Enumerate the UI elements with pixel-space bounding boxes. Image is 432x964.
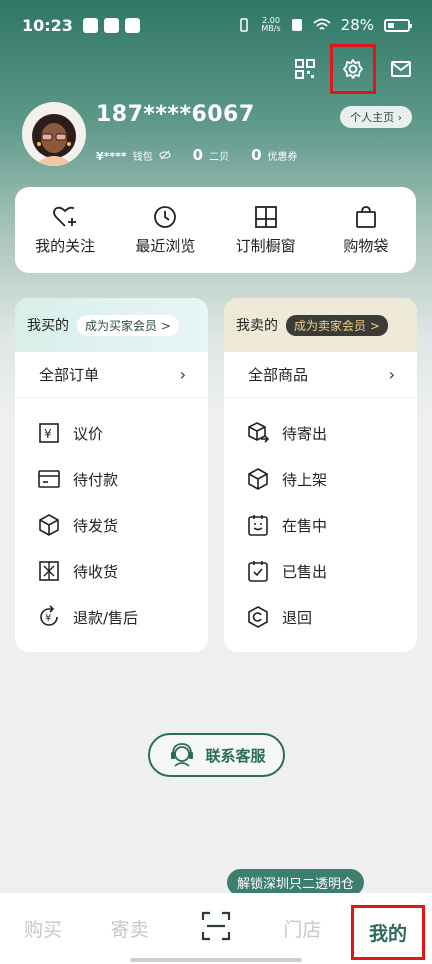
shortcut-window[interactable]: 订制橱窗 bbox=[221, 205, 311, 256]
smile-bag-icon bbox=[248, 515, 268, 536]
list-item-on-sale[interactable]: 在售中 bbox=[224, 502, 417, 548]
user-stats: ¥**** 钱包 0 二贝 0 优惠券 bbox=[96, 146, 298, 164]
list-item-to-send[interactable]: 待寄出 bbox=[224, 410, 417, 456]
shortcut-follow[interactable]: 我的关注 bbox=[20, 205, 110, 256]
list-item-pending-payment[interactable]: 待付款 bbox=[15, 456, 208, 502]
vibrate-icon bbox=[240, 18, 249, 32]
scan-icon bbox=[201, 911, 231, 941]
eye-hidden-icon[interactable] bbox=[159, 150, 171, 160]
shortcut-card: 我的关注 最近浏览 订制橱窗 购物袋 bbox=[15, 187, 416, 273]
sell-panel-header: 我卖的 成为卖家会员 > bbox=[224, 298, 417, 352]
headset-icon bbox=[171, 743, 194, 767]
wallet-icon bbox=[38, 470, 60, 488]
yen-doc-icon: ¥ bbox=[39, 423, 59, 443]
clock-icon bbox=[154, 205, 177, 228]
nav-scan[interactable] bbox=[181, 911, 251, 946]
check-calendar-icon bbox=[248, 561, 268, 582]
sim-icon bbox=[291, 19, 302, 31]
status-time: 10:23 bbox=[22, 15, 73, 35]
svg-text:¥: ¥ bbox=[45, 613, 51, 624]
home-indicator[interactable] bbox=[130, 958, 302, 962]
return-icon bbox=[248, 606, 268, 628]
store-tooltip[interactable]: 解锁深圳只二透明仓 bbox=[227, 869, 365, 902]
nav-mine[interactable]: 我的 bbox=[351, 905, 425, 960]
buyer-member-button[interactable]: 成为买家会员 > bbox=[77, 314, 179, 336]
coupon-stat[interactable]: 0 优惠券 bbox=[251, 146, 297, 164]
buy-panel: 我买的 成为买家会员 > 全部订单 › ¥ 议价 待付款 待发货 待收货 ¥ 退… bbox=[15, 298, 208, 652]
refund-icon: ¥ bbox=[40, 605, 58, 626]
seller-member-button[interactable]: 成为卖家会员 > bbox=[286, 314, 388, 336]
package-icon bbox=[39, 561, 59, 581]
net-speed: 2.00 MB/s bbox=[261, 16, 281, 33]
settings-highlight[interactable] bbox=[330, 44, 376, 94]
battery-icon bbox=[384, 18, 412, 32]
shortcut-bag[interactable]: 购物袋 bbox=[321, 205, 411, 256]
wallet-stat[interactable]: ¥**** 钱包 bbox=[96, 148, 171, 163]
app-notification-icon bbox=[103, 17, 119, 33]
chevron-right-icon: › bbox=[179, 365, 186, 384]
bag-icon bbox=[355, 205, 376, 228]
buy-list: ¥ 议价 待付款 待发货 待收货 ¥ 退款/售后 bbox=[15, 398, 208, 640]
box-icon bbox=[39, 514, 59, 536]
avatar[interactable] bbox=[22, 102, 86, 166]
list-item-bargain[interactable]: ¥ 议价 bbox=[15, 410, 208, 456]
sell-panel: 我卖的 成为卖家会员 > 全部商品 › 待寄出 待上架 在售中 已售出 退回 bbox=[224, 298, 417, 652]
gear-icon[interactable] bbox=[342, 58, 364, 80]
mail-icon[interactable] bbox=[390, 58, 412, 80]
list-item-sold[interactable]: 已售出 bbox=[224, 548, 417, 594]
sell-list: 待寄出 待上架 在售中 已售出 退回 bbox=[224, 398, 417, 640]
heart-plus-icon bbox=[53, 206, 77, 227]
wifi-icon bbox=[313, 18, 331, 30]
list-item-refund[interactable]: ¥ 退款/售后 bbox=[15, 594, 208, 640]
top-actions bbox=[294, 44, 412, 94]
chevron-right-icon: › bbox=[397, 111, 402, 124]
mail-notification-icon bbox=[82, 17, 98, 33]
second-stat[interactable]: 0 二贝 bbox=[193, 146, 229, 164]
personal-homepage-button[interactable]: 个人主页 › bbox=[340, 106, 412, 128]
status-bar: 10:23 2.00 MB/s 28% bbox=[0, 0, 432, 50]
send-box-icon bbox=[248, 422, 270, 443]
shortcut-recent[interactable]: 最近浏览 bbox=[120, 205, 210, 256]
all-orders-row[interactable]: 全部订单 › bbox=[15, 352, 208, 398]
all-products-row[interactable]: 全部商品 › bbox=[224, 352, 417, 398]
list-item-returned[interactable]: 退回 bbox=[224, 594, 417, 640]
notification-icons bbox=[82, 17, 140, 33]
nav-store[interactable]: 门店 bbox=[267, 915, 337, 942]
nav-buy[interactable]: 购买 bbox=[8, 915, 78, 942]
window-icon bbox=[254, 205, 277, 228]
list-item-pending-receive[interactable]: 待收货 bbox=[15, 548, 208, 594]
nav-consign[interactable]: 寄卖 bbox=[95, 915, 165, 942]
qr-code-icon[interactable] bbox=[294, 58, 316, 80]
contact-service-button[interactable]: 联系客服 bbox=[148, 733, 285, 777]
svg-text:¥: ¥ bbox=[44, 427, 52, 441]
list-item-pending-ship[interactable]: 待发货 bbox=[15, 502, 208, 548]
avatar-illustration bbox=[32, 114, 76, 166]
battery-text: 28% bbox=[340, 16, 374, 34]
box-icon bbox=[248, 468, 268, 490]
buy-panel-header: 我买的 成为买家会员 > bbox=[15, 298, 208, 352]
list-item-to-list[interactable]: 待上架 bbox=[224, 456, 417, 502]
user-phone: 187****6067 bbox=[96, 102, 255, 127]
tiktok-notification-icon bbox=[124, 17, 140, 33]
chevron-right-icon: › bbox=[388, 365, 395, 384]
